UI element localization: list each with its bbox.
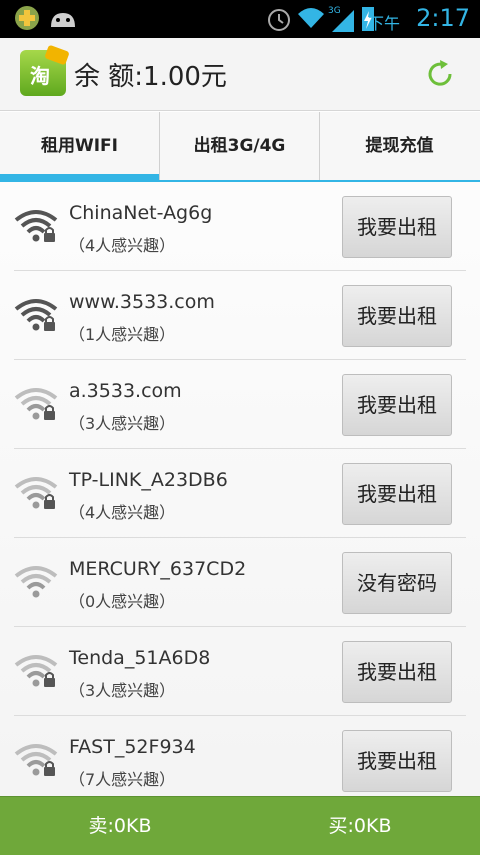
tab-rent-wifi[interactable]: 租用WIFI [0,112,159,182]
3g-signal-icon: 3G [328,6,354,32]
wifi-signal-icon [14,388,58,420]
rent-out-button[interactable]: 我要出租 [342,641,452,703]
alarm-icon [268,9,290,31]
network-ssid: FAST_52F934 [69,736,196,758]
wifi-signal-icon [14,655,58,687]
network-interest: （3人感兴趣） [69,681,176,700]
wifi-icon [298,8,324,28]
network-list: ChinaNet-Ag6g （4人感兴趣） 我要出租 www.3533.com （1人感… [14,182,466,805]
network-interest: （7人感兴趣） [69,770,176,789]
wifi-signal-icon [14,299,58,331]
balance-label: 余 额:1.00元 [74,62,227,92]
network-interest: （4人感兴趣） [69,236,176,255]
network-ssid: TP-LINK_A23DB6 [69,469,228,491]
wifi-signal-icon [14,566,58,598]
status-time: 2:17 [416,4,470,32]
app-header: 淘 余 额:1.00元 [0,38,480,111]
rent-out-button[interactable]: 我要出租 [342,285,452,347]
svg-text:3G: 3G [328,6,341,16]
status-ampm: 下午 [367,14,400,33]
list-item[interactable]: www.3533.com （1人感兴趣） 我要出租 [14,271,466,360]
network-interest: （0人感兴趣） [69,592,176,611]
network-ssid: MERCURY_637CD2 [69,558,247,580]
network-ssid: www.3533.com [69,291,215,313]
traffic-bar: 卖:0KB 买:0KB [0,796,480,855]
rent-out-button[interactable]: 我要出租 [342,196,452,258]
tab-bar: 租用WIFI 出租3G/4G 提现充值 [0,112,480,182]
rent-out-button[interactable]: 我要出租 [342,374,452,436]
rent-out-button[interactable]: 我要出租 [342,463,452,525]
wifi-signal-icon [14,210,58,242]
tab-selected-indicator [0,174,159,181]
list-item[interactable]: ChinaNet-Ag6g （4人感兴趣） 我要出租 [14,182,466,271]
app-plus-icon [15,6,39,30]
wifi-signal-icon [14,477,58,509]
network-ssid: ChinaNet-Ag6g [69,202,213,224]
rent-out-button[interactable]: 没有密码 [342,552,452,614]
app-logo: 淘 [20,44,70,96]
wifi-signal-icon [14,744,58,776]
list-item[interactable]: MERCURY_637CD2 （0人感兴趣） 没有密码 [14,538,466,627]
refresh-icon[interactable] [422,56,458,92]
network-interest: （3人感兴趣） [69,414,176,433]
android-icon [51,13,75,27]
list-item[interactable]: a.3533.com （3人感兴趣） 我要出租 [14,360,466,449]
list-item[interactable]: Tenda_51A6D8 （3人感兴趣） 我要出租 [14,627,466,716]
rent-out-button[interactable]: 我要出租 [342,730,452,792]
tab-lease-3g4g[interactable]: 出租3G/4G [159,112,319,182]
status-bar: 3G 下午 2:17 [0,0,480,38]
list-item[interactable]: FAST_52F934 （7人感兴趣） 我要出租 [14,716,466,805]
list-item[interactable]: TP-LINK_A23DB6 （4人感兴趣） 我要出租 [14,449,466,538]
tab-withdraw-recharge[interactable]: 提现充值 [319,112,479,182]
sell-traffic: 卖:0KB [88,815,152,837]
buy-traffic: 买:0KB [328,815,392,837]
network-ssid: a.3533.com [69,380,182,402]
network-ssid: Tenda_51A6D8 [69,647,211,669]
network-interest: （1人感兴趣） [69,325,176,344]
network-interest: （4人感兴趣） [69,503,176,522]
